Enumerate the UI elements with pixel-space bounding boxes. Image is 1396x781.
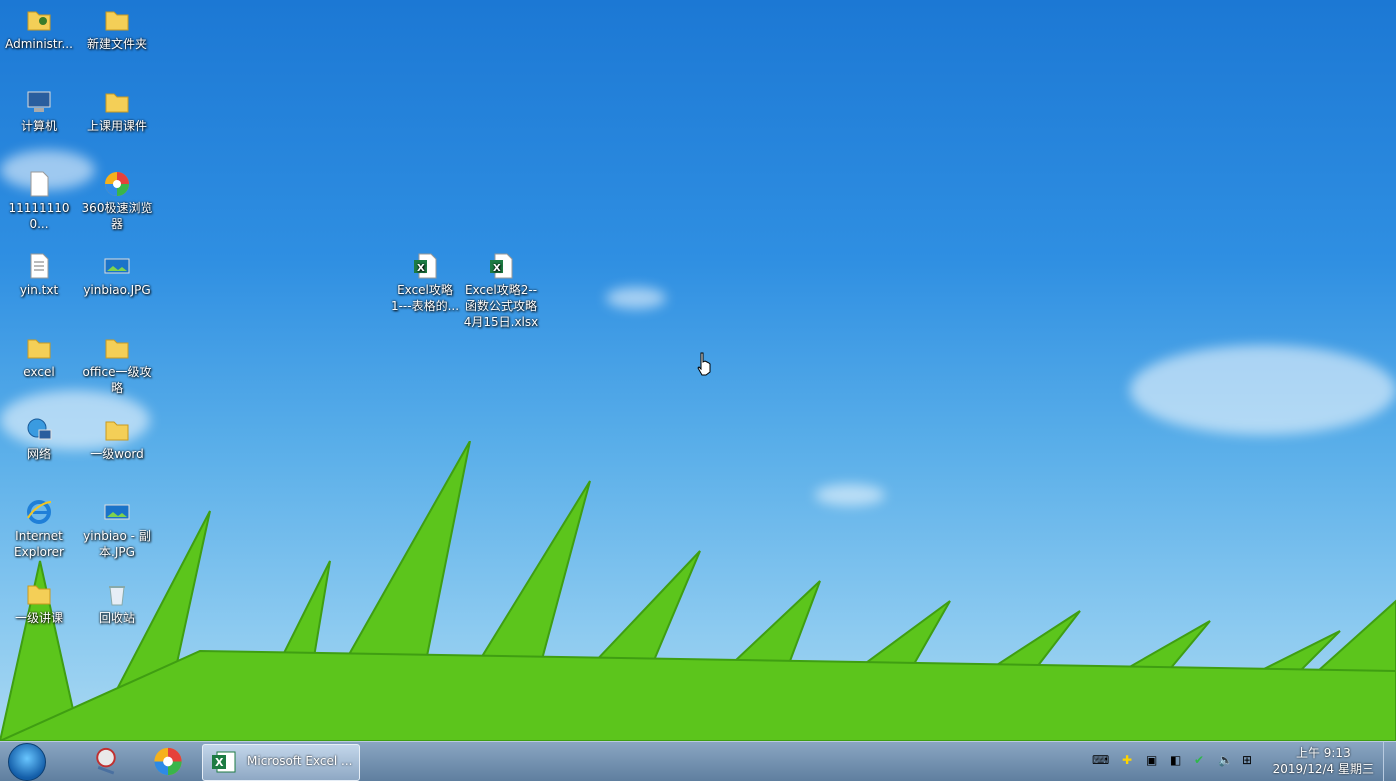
grass-wallpaper [0,441,1396,741]
desktop-icon-label: Administr... [5,37,73,51]
desktop-icon-label: excel [23,365,55,379]
desktop-icon-label: Internet Explorer [14,529,64,559]
360-browser-taskbar-icon[interactable] [150,744,186,779]
folder-icon [78,88,156,116]
cloud [606,287,666,309]
file-icon [0,170,78,198]
desktop-icon[interactable]: 一级word [78,410,156,462]
desktop-icon[interactable]: 计算机 [0,82,78,134]
excel-file-icon: X [462,252,540,280]
desktop-icon[interactable]: 一级讲课 [0,574,78,626]
desktop-icon[interactable]: 回收站 [78,574,156,626]
user-folder-icon [0,6,78,34]
svg-text:X: X [417,263,425,274]
folder-icon [0,580,78,608]
taskbar: X Microsoft Excel ... ⌨ ✚ ▣ ◧ ✔ 🔈 ⊞ 上午 9… [0,741,1396,781]
desktop-icon[interactable]: office一级攻 略 [78,328,156,396]
desktop-icon[interactable]: yin.txt [0,246,78,298]
desktop-icon[interactable]: yinbiao.JPG [78,246,156,298]
360-browser-icon [78,170,156,198]
app-tray-icon[interactable]: ◧ [1170,753,1186,769]
hand-pointer-icon [697,352,711,376]
desktop-icon-label: yin.txt [19,283,59,297]
desktop-icon-label: 回收站 [98,611,135,625]
folder-icon [78,416,156,444]
cloud [1130,345,1396,435]
desktop-icon-label: Excel攻略 1---表格的... [390,283,460,313]
desktop-icon-label: 计算机 [20,119,57,133]
excel-file-icon: X [386,252,464,280]
desktop-icon[interactable]: Administr... [0,0,78,52]
desktop[interactable]: Administr... 新建文件夹计算机 上课用课件 111111100... 360… [0,0,1396,741]
start-button[interactable] [8,743,46,781]
desktop-icon[interactable]: X Excel攻略2-- 函数公式攻略 4月15日.xlsx [462,246,540,330]
network-status-icon[interactable]: ⊞ [1242,753,1258,769]
desktop-icon[interactable]: 上课用课件 [78,82,156,134]
keyboard-icon[interactable]: ⌨ [1092,753,1109,769]
clock-date: 2019/12/4 星期三 [1272,762,1374,776]
show-desktop-button[interactable] [1383,742,1396,781]
desktop-icon[interactable]: 新建文件夹 [78,0,156,52]
text-file-icon [0,252,78,280]
image-file-icon [78,498,156,526]
folder-icon [78,334,156,362]
desktop-icon[interactable]: 111111100... [0,164,78,232]
volume-icon[interactable]: 🔈 [1218,753,1234,769]
svg-text:X: X [493,263,501,274]
clock[interactable]: 上午 9:13 2019/12/4 星期三 [1273,745,1374,777]
folder-icon [78,6,156,34]
desktop-icon-label: 一级讲课 [14,611,63,625]
recycle-bin-icon [78,580,156,608]
desktop-icon-label: office一级攻 略 [82,365,152,395]
desktop-icon-label: yinbiao.JPG [83,283,151,297]
desktop-icon[interactable]: 360极速浏览 器 [78,164,156,232]
desktop-icon[interactable]: yinbiao - 副 本.JPG [78,492,156,560]
desktop-icon[interactable]: Internet Explorer [0,492,78,560]
computer-icon [0,88,78,116]
excel-icon: X [212,751,236,773]
excel-task-label: Microsoft Excel ... [247,754,353,768]
vm-icon[interactable]: ▣ [1146,753,1162,769]
desktop-icon-label: 360极速浏览 器 [81,201,153,231]
svg-text:X: X [215,756,224,769]
desktop-icon[interactable]: 网络 [0,410,78,462]
desktop-icon-label: 111111100... [8,201,70,231]
add-icon[interactable]: ✚ [1122,753,1138,769]
image-file-icon [78,252,156,280]
desktop-icon-label: yinbiao - 副 本.JPG [83,529,151,559]
desktop-icon-label: 一级word [90,447,144,461]
clock-time: 上午 9:13 [1295,746,1351,760]
desktop-icon-label: 网络 [26,447,51,461]
internet-explorer-icon [0,498,78,526]
tool-app-icon[interactable] [88,744,124,779]
folder-icon [0,334,78,362]
security-shield-icon[interactable]: ✔ [1194,753,1210,769]
network-icon [0,416,78,444]
desktop-icon-label: 新建文件夹 [86,37,147,51]
desktop-icon[interactable]: excel [0,328,78,380]
desktop-icon[interactable]: X Excel攻略 1---表格的... [386,246,464,314]
desktop-icon-label: Excel攻略2-- 函数公式攻略 4月15日.xlsx [463,283,539,329]
excel-taskbar-button[interactable]: X Microsoft Excel ... [202,744,360,781]
desktop-icon-label: 上课用课件 [86,119,147,133]
